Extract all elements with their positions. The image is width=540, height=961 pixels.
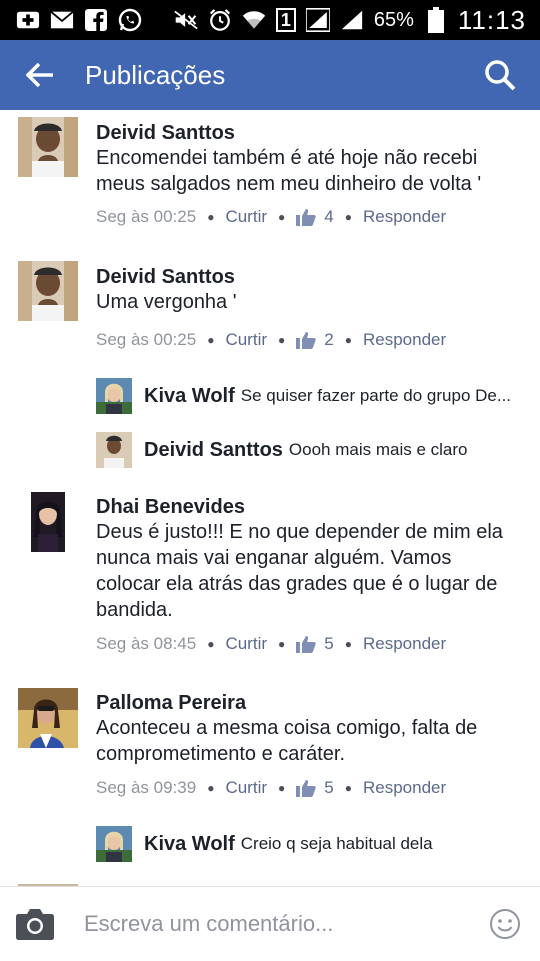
- avatar[interactable]: [96, 378, 132, 414]
- comment-meta: Seg às 08:45 ● Curtir ● 5 ● Responder: [96, 634, 446, 654]
- separator: ●: [344, 781, 352, 795]
- comment-meta: Seg às 09:39 ● Curtir ● 5 ● Responder: [96, 778, 446, 798]
- reply-button[interactable]: Responder: [363, 330, 446, 350]
- arrow-left-icon: [26, 62, 53, 88]
- search-icon: [485, 60, 516, 91]
- comment-author[interactable]: Deivid Santtos: [96, 266, 235, 289]
- separator: ●: [278, 781, 286, 795]
- reply-text: Oooh mais mais e claro: [288, 440, 468, 459]
- signal-icon: [305, 8, 330, 32]
- whatsapp-icon: [118, 8, 142, 32]
- separator: ●: [278, 210, 286, 224]
- status-bar-system: 1 65% 11:13: [174, 5, 526, 36]
- clock: 11:13: [457, 4, 526, 35]
- comment-meta: Seg às 00:25 ● Curtir ● 2 ● Responder: [96, 330, 446, 350]
- like-count[interactable]: 5: [296, 778, 334, 798]
- wifi-icon: [242, 8, 266, 32]
- like-button[interactable]: Curtir: [225, 634, 267, 654]
- camera-icon: [16, 908, 54, 940]
- thumbs-up-icon: [296, 636, 316, 653]
- like-button[interactable]: Curtir: [225, 207, 267, 227]
- avatar[interactable]: [96, 826, 132, 862]
- reply[interactable]: Kiva Wolf Creio q seja habitual dela: [96, 826, 526, 862]
- like-count-value: 2: [324, 330, 334, 349]
- comment-time[interactable]: Seg às 09:39: [96, 778, 196, 798]
- comment-composer: [0, 886, 540, 960]
- camera-button[interactable]: [0, 887, 70, 961]
- avatar[interactable]: [18, 492, 78, 552]
- avatar[interactable]: [18, 261, 78, 321]
- signal-icon-2: [340, 8, 364, 32]
- like-count-value: 5: [324, 778, 334, 797]
- separator: ●: [207, 637, 215, 651]
- like-button[interactable]: Curtir: [225, 330, 267, 350]
- separator: ●: [344, 333, 352, 347]
- alarm-icon: [208, 8, 232, 32]
- reply[interactable]: Kiva Wolf Se quiser fazer parte do grupo…: [96, 378, 526, 414]
- like-count[interactable]: 4: [296, 207, 334, 227]
- app-bar: Publicações: [0, 40, 540, 110]
- avatar[interactable]: [18, 117, 78, 177]
- separator: ●: [207, 333, 215, 347]
- reply-author[interactable]: Deivid Santtos: [144, 439, 283, 462]
- comment-text: Aconteceu a mesma coisa comigo, falta de…: [96, 717, 478, 765]
- comment: Deivid Santtos Uma vergonha ' Seg às 00:…: [0, 255, 540, 365]
- comment-author[interactable]: Dhai Benevides: [96, 496, 245, 519]
- reply-author[interactable]: Kiva Wolf: [144, 833, 235, 856]
- comment: Deivid Santtos Encomendei também é até h…: [0, 110, 540, 250]
- comment-text: Deus é justo!!! E no que depender de mim…: [96, 521, 503, 621]
- facebook-icon: [84, 8, 108, 32]
- status-bar-notifications: [16, 8, 142, 32]
- back-button[interactable]: [0, 40, 80, 110]
- reply-author[interactable]: Kiva Wolf: [144, 385, 235, 408]
- smiley-icon: [490, 908, 520, 939]
- comment: Dhai Benevides Deus é justo!!! E no que …: [0, 488, 540, 668]
- like-count-value: 5: [324, 634, 334, 653]
- like-count[interactable]: 2: [296, 330, 334, 350]
- like-button[interactable]: Curtir: [225, 778, 267, 798]
- comment: Palloma Pereira Aconteceu a mesma coisa …: [0, 685, 540, 805]
- separator: ●: [207, 210, 215, 224]
- reply-text: Se quiser fazer parte do grupo De...: [240, 386, 512, 405]
- battery-level: 65%: [373, 8, 414, 31]
- comment-author[interactable]: Deivid Santtos: [96, 122, 235, 145]
- add-box-icon: [16, 8, 40, 32]
- reply-button[interactable]: Responder: [363, 634, 446, 654]
- reply-button[interactable]: Responder: [363, 778, 446, 798]
- sim-icon: 1: [275, 8, 296, 32]
- reply-text: Creio q seja habitual dela: [240, 834, 433, 853]
- reply-button[interactable]: Responder: [363, 207, 446, 227]
- reply[interactable]: Deivid Santtos Oooh mais mais e claro: [96, 432, 526, 468]
- separator: ●: [207, 781, 215, 795]
- comment-time[interactable]: Seg às 08:45: [96, 634, 196, 654]
- like-count-value: 4: [324, 207, 334, 226]
- battery-icon: [424, 7, 448, 33]
- avatar[interactable]: [18, 688, 78, 748]
- avatar[interactable]: [96, 432, 132, 468]
- separator: ●: [344, 210, 352, 224]
- mute-icon: [174, 8, 198, 32]
- status-bar: 1 65% 11:13: [0, 0, 540, 40]
- comment-time[interactable]: Seg às 00:25: [96, 207, 196, 227]
- page-title: Publicações: [85, 59, 226, 90]
- thumbs-up-icon: [296, 209, 316, 226]
- separator: ●: [278, 333, 286, 347]
- separator: ●: [344, 637, 352, 651]
- comment-author[interactable]: Palloma Pereira: [96, 692, 246, 715]
- emoji-button[interactable]: [470, 887, 540, 961]
- comment-input[interactable]: [84, 910, 470, 937]
- comments-feed[interactable]: Deivid Santtos Encomendei também é até h…: [0, 110, 540, 886]
- mail-icon: [50, 8, 74, 32]
- thumbs-up-icon: [296, 332, 316, 349]
- separator: ●: [278, 637, 286, 651]
- thumbs-up-icon: [296, 780, 316, 797]
- comment-time[interactable]: Seg às 00:25: [96, 330, 196, 350]
- comment-meta: Seg às 00:25 ● Curtir ● 4 ● Responder: [96, 207, 446, 227]
- comment-text: Uma vergonha ': [96, 291, 237, 313]
- search-button[interactable]: [460, 40, 540, 110]
- comment-text: Encomendei também é até hoje não recebi …: [96, 147, 482, 195]
- like-count[interactable]: 5: [296, 634, 334, 654]
